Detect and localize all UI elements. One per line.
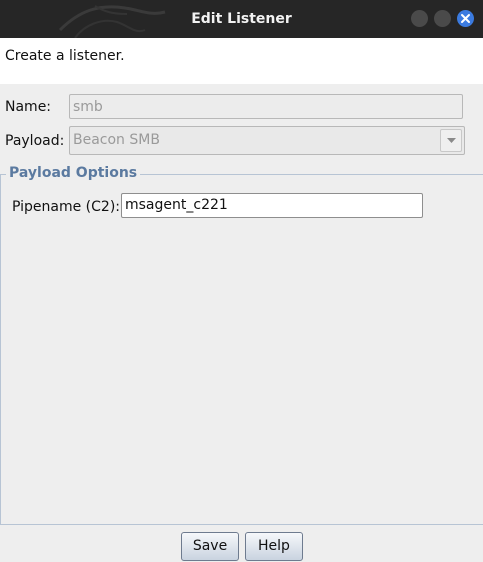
save-button[interactable]: Save xyxy=(181,532,239,561)
edit-listener-dialog: Edit Listener Create a listener. Name: s… xyxy=(0,0,483,562)
pipename-label: Pipename (C2): xyxy=(12,199,121,215)
close-icon xyxy=(461,14,470,23)
minimize-button[interactable] xyxy=(411,10,428,27)
name-label: Name: xyxy=(5,99,52,115)
payload-dropdown-button xyxy=(440,129,462,152)
close-button[interactable] xyxy=(457,10,474,27)
payload-label: Payload: xyxy=(5,133,65,149)
payload-select: Beacon SMB xyxy=(69,126,465,155)
description-panel: Create a listener. xyxy=(0,38,483,84)
payload-options-group xyxy=(0,174,483,525)
description-text: Create a listener. xyxy=(5,48,125,64)
chevron-down-icon xyxy=(447,138,456,143)
name-field: smb xyxy=(69,94,463,119)
payload-select-value: Beacon SMB xyxy=(73,132,160,148)
maximize-button[interactable] xyxy=(434,10,451,27)
title-bar[interactable]: Edit Listener xyxy=(0,0,483,38)
pipename-input[interactable]: msagent_c221 xyxy=(121,193,423,218)
payload-options-title: Payload Options xyxy=(6,164,141,182)
help-button[interactable]: Help xyxy=(245,532,303,561)
